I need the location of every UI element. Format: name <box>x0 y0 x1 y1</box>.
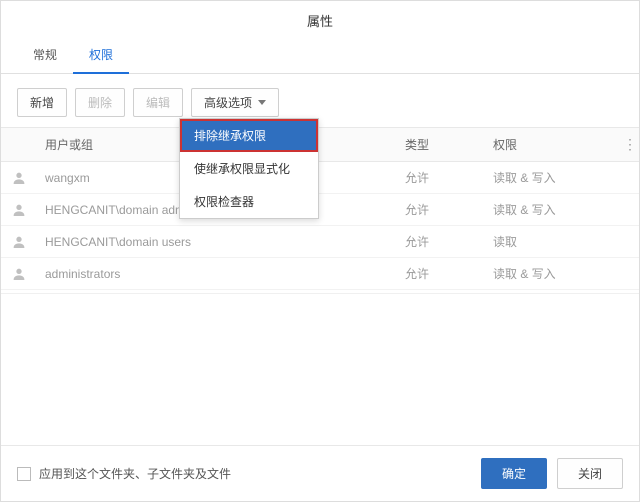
cell-type: 允许 <box>395 162 483 193</box>
table-header: 用户或组 类型 权限 ⋮ <box>1 127 639 162</box>
table-row[interactable]: wangxm 允许 读取 & 写入 <box>1 162 639 194</box>
user-icon <box>11 234 27 250</box>
advanced-options-button[interactable]: 高级选项 <box>191 88 279 117</box>
apply-children-label: 应用到这个文件夹、子文件夹及文件 <box>39 465 231 482</box>
user-icon <box>11 170 27 186</box>
close-button[interactable]: 关闭 <box>557 458 623 489</box>
tab-general[interactable]: 常规 <box>17 38 73 73</box>
menu-item-permission-checker[interactable]: 权限检查器 <box>180 185 318 218</box>
chevron-down-icon <box>258 100 266 105</box>
checkbox-icon <box>17 467 31 481</box>
ok-button[interactable]: 确定 <box>481 458 547 489</box>
user-icon <box>11 202 27 218</box>
cell-name: administrators <box>35 260 395 288</box>
footer-buttons: 确定 关闭 <box>481 458 623 489</box>
dialog-title: 属性 <box>1 1 639 38</box>
col-perm[interactable]: 权限 <box>483 128 613 161</box>
menu-item-make-explicit[interactable]: 使继承权限显式化 <box>180 152 318 185</box>
user-icon <box>11 266 27 282</box>
apply-children-checkbox[interactable]: 应用到这个文件夹、子文件夹及文件 <box>17 465 231 482</box>
cell-perm: 读取 & 写入 <box>483 258 613 289</box>
dialog-footer: 应用到这个文件夹、子文件夹及文件 确定 关闭 <box>1 445 639 501</box>
advanced-options-label: 高级选项 <box>204 94 252 111</box>
table-end <box>1 290 639 294</box>
cell-perm: 读取 & 写入 <box>483 162 613 193</box>
cell-name: HENGCANIT\domain users <box>35 228 395 256</box>
add-button[interactable]: 新增 <box>17 88 67 117</box>
cell-type: 允许 <box>395 226 483 257</box>
col-more[interactable]: ⋮ <box>613 128 639 161</box>
table-row[interactable]: HENGCANIT\domain admins 允许 读取 & 写入 <box>1 194 639 226</box>
table-row[interactable]: administrators 允许 读取 & 写入 <box>1 258 639 290</box>
tab-bar: 常规 权限 <box>1 38 639 74</box>
toolbar: 新增 删除 编辑 高级选项 排除继承权限 使继承权限显式化 权限检查器 <box>1 74 639 127</box>
cell-perm: 读取 & 写入 <box>483 194 613 225</box>
col-type[interactable]: 类型 <box>395 128 483 161</box>
more-icon: ⋮ <box>623 136 636 152</box>
cell-type: 允许 <box>395 194 483 225</box>
delete-button[interactable]: 删除 <box>75 88 125 117</box>
advanced-options-menu: 排除继承权限 使继承权限显式化 权限检查器 <box>179 118 319 219</box>
edit-button[interactable]: 编辑 <box>133 88 183 117</box>
properties-dialog: 属性 常规 权限 新增 删除 编辑 高级选项 排除继承权限 使继承权限显式化 权… <box>0 0 640 502</box>
cell-perm: 读取 <box>483 226 613 257</box>
col-checkbox <box>1 128 35 161</box>
table-row[interactable]: HENGCANIT\domain users 允许 读取 <box>1 226 639 258</box>
permissions-table: 用户或组 类型 权限 ⋮ wangxm 允许 读取 & 写入 HENGCANIT… <box>1 127 639 445</box>
menu-item-exclude-inherited[interactable]: 排除继承权限 <box>180 119 318 152</box>
cell-type: 允许 <box>395 258 483 289</box>
tab-permissions[interactable]: 权限 <box>73 38 129 73</box>
